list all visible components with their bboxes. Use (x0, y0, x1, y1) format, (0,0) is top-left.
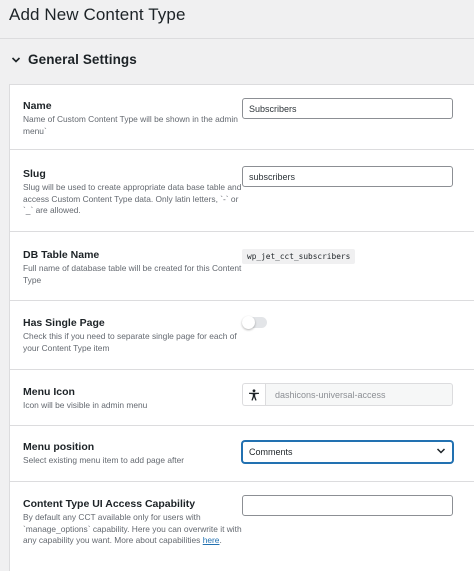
chevron-down-icon (9, 53, 23, 67)
general-settings-panel: Name Name of Custom Content Type will be… (9, 84, 474, 571)
db-table-label: DB Table Name (23, 249, 100, 261)
menu-icon-picker[interactable]: dashicons-universal-access (242, 383, 453, 406)
chevron-down-icon (436, 446, 446, 458)
capability-label: Content Type UI Access Capability (23, 498, 196, 510)
field-row-menu-icon: Menu Icon Icon will be visible in admin … (10, 370, 474, 426)
db-table-value: wp_jet_cct_subscribers (242, 249, 356, 264)
section-toggle-general-settings[interactable]: General Settings (9, 52, 137, 67)
single-page-label: Has Single Page (23, 317, 105, 329)
menu-position-select[interactable]: Comments (242, 441, 453, 463)
name-description: Name of Custom Content Type will be show… (23, 114, 238, 136)
menu-position-description: Select existing menu item to add page af… (23, 455, 185, 465)
slug-description: Slug will be used to create appropriate … (23, 182, 242, 215)
section-title: General Settings (28, 52, 137, 67)
toggle-knob (242, 316, 255, 329)
name-input[interactable]: Subscribers (242, 98, 453, 119)
universal-access-icon[interactable] (242, 383, 265, 406)
field-row-slug: Slug Slug will be used to create appropr… (10, 150, 474, 232)
single-page-description: Check this if you need to separate singl… (23, 331, 237, 353)
capability-input[interactable] (242, 495, 453, 516)
field-row-single-page: Has Single Page Check this if you need t… (10, 301, 474, 370)
db-table-description: Full name of database table will be crea… (23, 263, 242, 285)
name-label: Name (23, 100, 52, 112)
capabilities-link[interactable]: here (203, 535, 220, 545)
title-divider (0, 38, 474, 39)
menu-position-selected: Comments (249, 447, 293, 457)
single-page-toggle[interactable] (242, 316, 267, 329)
page-title: Add New Content Type (9, 5, 186, 24)
field-row-menu-position: Menu position Select existing menu item … (10, 426, 474, 482)
field-row-name: Name Name of Custom Content Type will be… (10, 85, 474, 150)
capability-description: By default any CCT available only for us… (23, 512, 242, 545)
field-row-db-table: DB Table Name Full name of database tabl… (10, 232, 474, 301)
menu-icon-description: Icon will be visible in admin menu (23, 400, 148, 410)
field-row-capability: Content Type UI Access Capability By def… (10, 482, 474, 571)
menu-icon-input[interactable]: dashicons-universal-access (265, 383, 453, 406)
menu-position-label: Menu position (23, 441, 95, 453)
menu-icon-label: Menu Icon (23, 386, 75, 398)
slug-input[interactable]: subscribers (242, 166, 453, 187)
slug-label: Slug (23, 168, 46, 180)
